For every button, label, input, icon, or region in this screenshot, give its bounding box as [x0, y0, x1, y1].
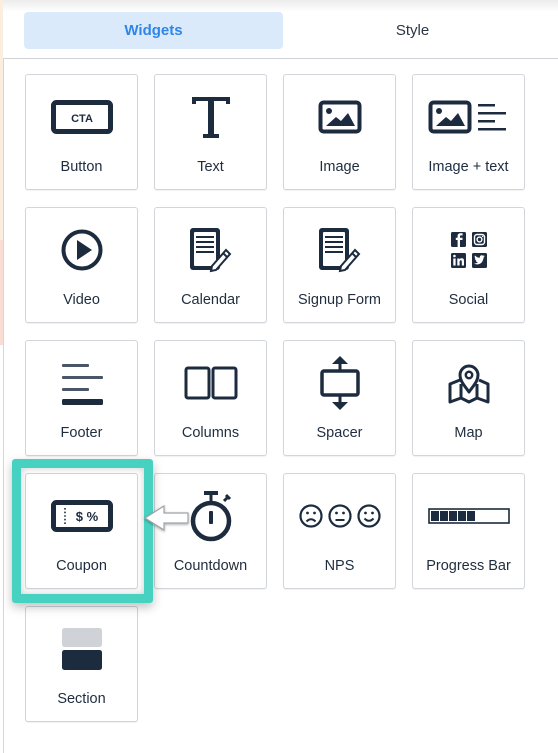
cta-icon-text: CTA — [71, 113, 93, 125]
widget-label: Section — [57, 691, 106, 707]
panel-left-border — [3, 58, 4, 753]
instagram-icon — [471, 232, 487, 247]
widget-label: Calendar — [181, 292, 240, 308]
play-circle-icon — [26, 222, 137, 278]
widget-label: Map — [454, 425, 483, 441]
neutral-face-icon — [327, 504, 352, 528]
progress-segment — [457, 511, 466, 521]
widget-footer[interactable]: Footer — [25, 340, 138, 456]
widget-text[interactable]: Text — [154, 74, 267, 190]
linkedin-icon — [450, 253, 466, 268]
tabs-divider — [3, 58, 558, 59]
widget-label: Countdown — [173, 558, 248, 574]
footer-lines-icon — [26, 355, 137, 411]
widget-label: Columns — [181, 425, 240, 441]
widget-label: Video — [63, 292, 100, 308]
widget-section[interactable]: Section — [25, 606, 138, 722]
happy-face-icon — [356, 504, 381, 528]
progress-bar-icon — [413, 488, 524, 544]
widget-label: Button — [60, 159, 103, 175]
widget-coupon[interactable]: $ % Coupon — [25, 473, 138, 589]
cta-button-icon: CTA — [26, 89, 137, 145]
widget-columns[interactable]: Columns — [154, 340, 267, 456]
stopwatch-icon — [155, 488, 266, 544]
progress-segment — [448, 511, 457, 521]
widget-countdown[interactable]: Countdown — [154, 473, 267, 589]
widget-label: Spacer — [316, 425, 363, 441]
coupon-icon-text: $ % — [75, 509, 98, 524]
widget-progress-bar[interactable]: Progress Bar — [412, 473, 525, 589]
widget-label: NPS — [324, 558, 355, 574]
text-t-icon — [155, 89, 266, 145]
progress-segment — [439, 511, 448, 521]
widget-nps[interactable]: NPS — [283, 473, 396, 589]
facebook-icon — [450, 232, 466, 247]
panel-tabs: Widgets Style — [0, 0, 558, 58]
sad-face-icon — [298, 504, 323, 528]
widget-button[interactable]: CTA Button — [25, 74, 138, 190]
document-pencil-icon — [155, 222, 266, 278]
widget-label: Text — [197, 159, 224, 175]
image-text-icon — [413, 89, 524, 145]
widget-video[interactable]: Video — [25, 207, 138, 323]
widget-calendar[interactable]: Calendar — [154, 207, 267, 323]
widget-label: Coupon — [56, 558, 107, 574]
widget-label: Footer — [60, 425, 103, 441]
widget-map[interactable]: Map — [412, 340, 525, 456]
widget-label: Image + text — [428, 159, 509, 175]
widget-label: Social — [448, 292, 489, 308]
section-blocks-icon — [26, 621, 137, 677]
progress-segment — [430, 511, 439, 521]
widget-label: Signup Form — [297, 292, 381, 308]
image-icon — [284, 89, 395, 145]
widget-signup-form[interactable]: Signup Form — [283, 207, 396, 323]
tab-widgets[interactable]: Widgets — [24, 12, 283, 49]
widget-social[interactable]: Social — [412, 207, 525, 323]
columns-icon — [155, 355, 266, 411]
tab-style[interactable]: Style — [283, 12, 542, 49]
widget-label: Image — [319, 159, 360, 175]
widget-image[interactable]: Image — [283, 74, 396, 190]
widget-spacer[interactable]: Spacer — [283, 340, 396, 456]
twitter-icon — [471, 253, 487, 268]
widget-label: Progress Bar — [426, 558, 511, 574]
widget-image-text[interactable]: Image + text — [412, 74, 525, 190]
coupon-icon: $ % — [26, 488, 137, 544]
progress-segment — [466, 511, 475, 521]
faces-icon — [284, 488, 395, 544]
social-icons — [413, 222, 524, 278]
map-pin-icon — [413, 355, 524, 411]
document-pencil-icon — [284, 222, 395, 278]
spacer-arrows-icon — [284, 355, 395, 411]
